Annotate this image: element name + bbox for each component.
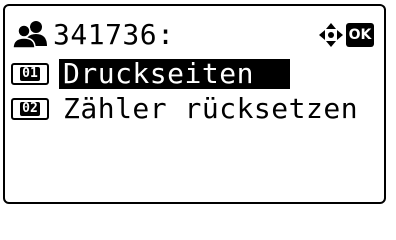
menu-item-label: Zähler rücksetzen: [63, 92, 359, 125]
menu-item-druckseiten[interactable]: 01 Druckseiten: [11, 59, 380, 89]
item-number: 01: [20, 66, 40, 81]
header-bar: 341736: OK: [13, 18, 376, 52]
lcd-panel: 341736: OK 01 Druckseiten 02 Zähler rück…: [3, 4, 386, 204]
users-icon: [13, 21, 47, 48]
four-way-arrow-icon: [319, 23, 343, 47]
item-number: 02: [20, 101, 40, 116]
menu-item-label: Druckseiten: [59, 59, 290, 89]
item-number-badge: 01: [11, 63, 49, 85]
menu-item-zaehler-ruecksetzen[interactable]: 02 Zähler rücksetzen: [11, 94, 380, 124]
nav-indicator: OK: [318, 21, 374, 49]
item-number-badge: 02: [11, 98, 49, 120]
page-title: 341736:: [53, 18, 175, 51]
ok-icon: OK: [346, 23, 374, 47]
